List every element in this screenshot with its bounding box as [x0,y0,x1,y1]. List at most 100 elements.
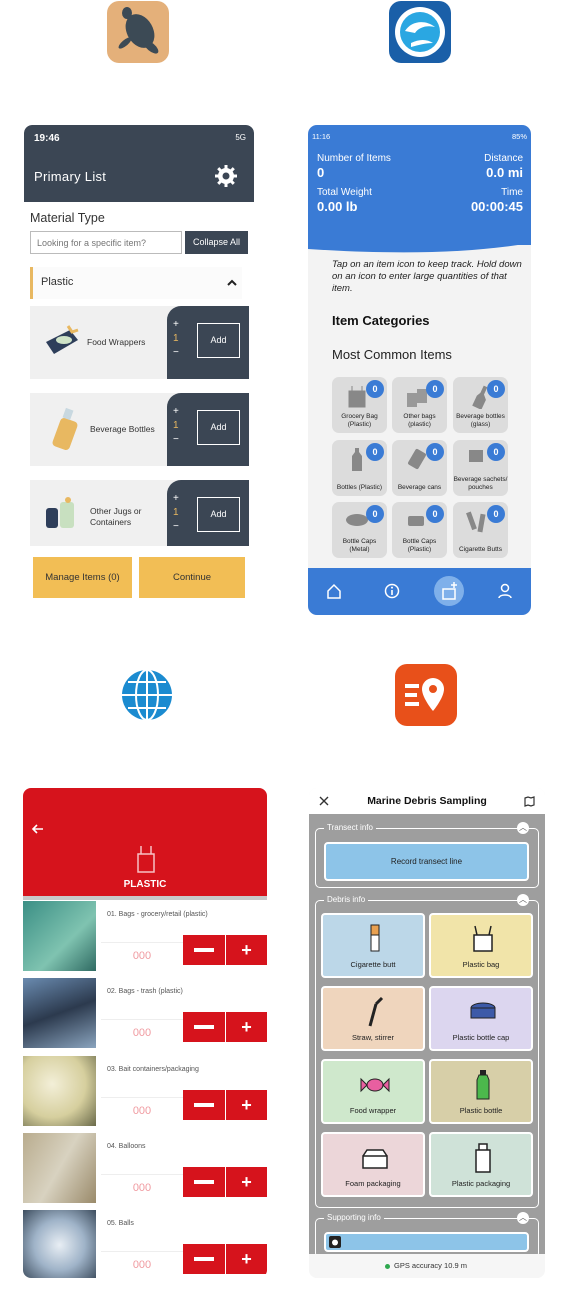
minus-button[interactable]: − [173,520,179,534]
page-title: Primary List [34,169,107,184]
item-tile[interactable]: 0 Bottle Caps (Metal) [332,502,387,558]
tile-label: Bottle Caps (Plastic) [402,538,437,553]
debris-tile[interactable]: Foam packaging [321,1132,425,1197]
foam-container-icon [362,1149,388,1169]
count-badge: 0 [366,505,384,523]
tile-label: Beverage sachets/ pouches [453,476,508,491]
item-label: 02. Bags - trash (plastic) [107,988,183,995]
minus-button[interactable] [183,1090,225,1120]
debris-tile[interactable]: Plastic bottle [429,1059,533,1124]
plus-button[interactable]: + [226,1012,267,1042]
minus-button[interactable]: − [173,346,179,360]
collapse-all-button[interactable]: Collapse All [185,231,248,254]
globe-app-icon[interactable] [116,664,178,726]
gear-icon[interactable] [214,164,238,188]
count-value[interactable]: 000 [101,1097,183,1123]
plus-button[interactable]: + [173,492,179,506]
add-button[interactable]: Add [197,410,240,445]
plus-button[interactable]: + [173,405,179,419]
item-categories-title[interactable]: Item Categories [332,313,430,328]
record-transect-button[interactable]: Record transect line [324,842,529,881]
camera-icon [329,1236,341,1248]
continue-button[interactable]: Continue [139,557,245,598]
category-plastic[interactable]: Plastic [30,267,242,299]
section-header: Supporting info [324,1213,384,1222]
gps-status-dot [385,1264,390,1269]
chevron-up-icon[interactable]: ︿ [517,894,529,906]
distance-label: Distance [484,153,523,164]
item-tile[interactable]: 0 Beverage sachets/ pouches [453,440,508,496]
count-value[interactable]: 000 [101,942,183,968]
item-tile[interactable]: 0 Bottles (Plastic) [332,440,387,496]
turtle-app-icon[interactable] [107,1,169,63]
tile-label: Plastic bottle cap [452,1033,510,1042]
profile-icon[interactable] [497,583,513,599]
minus-button[interactable] [183,1244,225,1274]
food-wrapper-icon [46,325,79,354]
count-value[interactable]: 000 [101,1174,183,1200]
add-button[interactable]: Add [197,497,240,532]
chevron-up-icon[interactable]: ︿ [517,1212,529,1224]
map-icon[interactable] [524,796,535,807]
add-button[interactable]: Add [197,323,240,358]
plus-button[interactable]: + [226,1090,267,1120]
material-type-label: Material Type [30,211,105,225]
count-value[interactable]: 000 [101,1251,183,1277]
debris-tile[interactable]: Food wrapper [321,1059,425,1124]
category-label: Plastic [41,276,74,288]
plastic-jug-icon [475,1143,491,1173]
plus-button[interactable]: + [173,318,179,332]
trash-photo [23,978,96,1048]
list-item: 01. Bags - grocery/retail (plastic) 000 + [23,901,267,971]
tracker-screen: 11:16 85% Number of Items 0 Distance 0.0… [308,125,531,615]
gps-accuracy: GPS accuracy 10.9 m [394,1261,467,1270]
debris-tile[interactable]: Cigarette butt [321,913,425,978]
count-value: 1 [173,507,179,518]
tile-label: Foam packaging [345,1179,401,1188]
bottom-nav [308,568,531,615]
manage-items-button[interactable]: Manage Items (0) [33,557,132,598]
add-bag-button[interactable] [434,576,464,606]
counter-control: + 1 − Add [167,480,249,553]
count-badge: 0 [487,380,505,398]
minus-button[interactable] [183,1167,225,1197]
photo-button[interactable] [324,1232,529,1252]
home-icon[interactable] [326,583,342,599]
item-label: 04. Balloons [107,1143,146,1150]
tile-label: Grocery Bag (Plastic) [341,413,378,428]
debris-tile[interactable]: Plastic bottle cap [429,986,533,1051]
debris-tile[interactable]: Plastic bag [429,913,533,978]
minus-button[interactable]: − [173,433,179,447]
item-tile[interactable]: 0 Bottle Caps (Plastic) [392,502,447,558]
plus-button[interactable]: + [226,935,267,965]
tile-label: Bottles (Plastic) [336,484,383,491]
count-value[interactable]: 000 [101,1019,183,1045]
jug-icon [46,497,74,528]
counter-control: + 1 − Add [167,393,249,466]
minus-button[interactable] [183,935,225,965]
item-tile[interactable]: 0 Beverage cans [392,440,447,496]
plus-button[interactable]: + [226,1167,267,1197]
search-input[interactable] [30,231,182,254]
list-item: Beverage Bottles + 1 − Add [30,393,249,466]
plus-button[interactable]: + [226,1244,267,1274]
title-bar: Marine Debris Sampling [309,788,545,814]
item-label: Food Wrappers [87,337,146,347]
debris-tile[interactable]: Straw, stirrer [321,986,425,1051]
item-tile[interactable]: 0 Beverage bottles (glass) [453,377,508,433]
minus-button[interactable] [183,1012,225,1042]
debris-tile[interactable]: Plastic packaging [429,1132,533,1197]
stats-header [308,125,531,245]
chevron-up-icon[interactable]: ︿ [517,822,529,834]
map-pin-app-icon[interactable] [395,664,457,726]
bottle-icon [52,407,78,451]
info-icon[interactable] [384,583,400,599]
item-tile[interactable]: 0 Grocery Bag (Plastic) [332,377,387,433]
item-tile[interactable]: 0 Cigarette Butts [453,502,508,558]
tile-label: Plastic bottle [459,1106,503,1115]
dolphin-app-icon[interactable] [389,1,451,63]
item-tile[interactable]: 0 Other bags (plastic) [392,377,447,433]
status-time: 11:16 [312,132,331,141]
back-arrow-icon[interactable] [31,824,45,834]
tile-label: Food wrapper [349,1106,397,1115]
